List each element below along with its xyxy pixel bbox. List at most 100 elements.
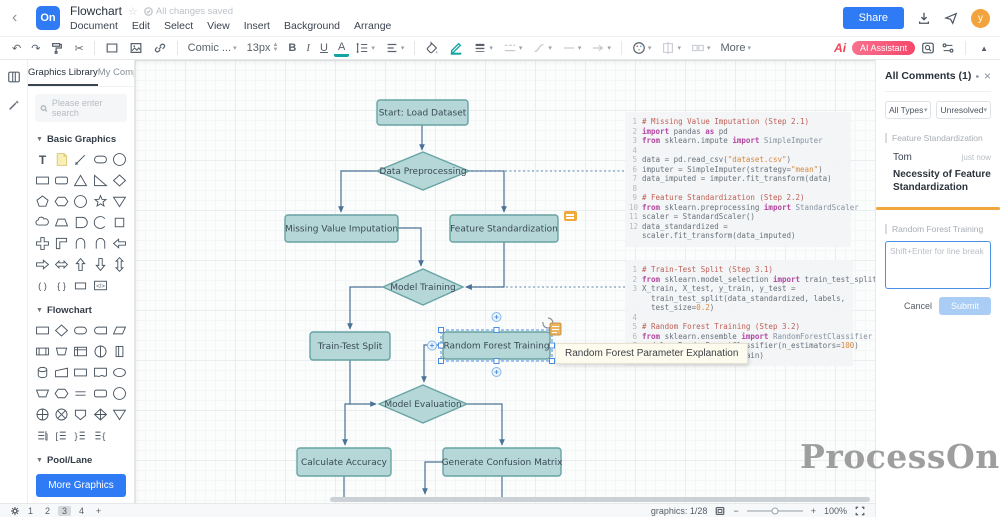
quick-connect-handle[interactable]: [492, 368, 501, 377]
line-height-button[interactable]: ▾: [351, 39, 379, 57]
menu-item-select[interactable]: Select: [164, 20, 193, 32]
shape-arrow-right-icon[interactable]: [33, 254, 52, 274]
edge[interactable]: [350, 287, 383, 329]
theme-button[interactable]: ▾: [628, 39, 656, 57]
shape-brace-open-icon[interactable]: {: [91, 425, 110, 445]
shape-plus-icon[interactable]: [33, 233, 52, 253]
app-logo[interactable]: On: [36, 6, 60, 30]
insert-link-button[interactable]: [149, 39, 171, 57]
submit-button[interactable]: Submit: [939, 297, 991, 315]
filter-type-select[interactable]: All Types▾: [885, 101, 931, 119]
node-split[interactable]: Train-Test Split: [310, 332, 390, 360]
style-brush-button[interactable]: ✂: [70, 40, 87, 57]
shape-circle-icon[interactable]: [110, 383, 129, 403]
shape-panel-icon[interactable]: [7, 70, 21, 84]
section-basic-graphics[interactable]: ▼Basic Graphics: [28, 126, 134, 147]
edge[interactable]: [350, 360, 376, 404]
shape-parens-icon[interactable]: ( ): [33, 275, 52, 295]
insert-shape-button[interactable]: [101, 39, 123, 57]
shape-trapezoid-down-icon[interactable]: [33, 383, 52, 403]
shape-arrow-left-icon[interactable]: [110, 233, 129, 253]
menu-item-background[interactable]: Background: [284, 20, 340, 32]
shape-cloud-icon[interactable]: [33, 212, 52, 232]
avatar[interactable]: y: [971, 9, 990, 28]
shape-double-line-icon[interactable]: [71, 383, 90, 403]
zoom-out-button[interactable]: −: [733, 506, 738, 516]
quick-connect-handle[interactable]: [428, 341, 437, 350]
menu-item-edit[interactable]: Edit: [132, 20, 150, 32]
page-button-2[interactable]: 2: [41, 506, 54, 516]
selection-handle[interactable]: [550, 343, 555, 348]
edge[interactable]: [466, 242, 504, 287]
shape-triangle-icon[interactable]: [71, 170, 90, 190]
ai-assistant-button[interactable]: AI Assistant: [852, 41, 915, 55]
shape-wavy-doc-icon[interactable]: [91, 362, 110, 382]
node-evaluation[interactable]: Model Evaluation: [379, 385, 467, 423]
tab-my-component[interactable]: My Component: [98, 60, 135, 86]
eye-icon[interactable]: [976, 71, 979, 82]
fill-color-button[interactable]: [421, 39, 443, 57]
node-accuracy[interactable]: Calculate Accuracy: [297, 448, 391, 476]
shape-braces-icon[interactable]: { }: [52, 275, 71, 295]
selection-handle[interactable]: [494, 359, 499, 364]
selection-handle[interactable]: [439, 359, 444, 364]
shape-or-circle-icon[interactable]: [91, 341, 110, 361]
shape-hexagon-icon[interactable]: [52, 191, 71, 211]
collapse-toolbar-button[interactable]: ▲: [976, 42, 992, 55]
node-preprocess[interactable]: Data Preprocessing: [377, 152, 469, 190]
shape-terminator-icon[interactable]: [71, 320, 90, 340]
shape-arch-icon[interactable]: [71, 233, 90, 253]
node-start[interactable]: Start: Load Dataset: [377, 100, 468, 125]
shape-corner-icon[interactable]: [52, 233, 71, 253]
star-icon[interactable]: ☆: [128, 5, 138, 18]
shape-brace-close-icon[interactable]: }: [71, 425, 90, 445]
page-settings-icon[interactable]: [10, 506, 20, 516]
shape-arch-icon[interactable]: [91, 233, 110, 253]
page-button-4[interactable]: 4: [75, 506, 88, 516]
more-menu[interactable]: More▾: [716, 40, 755, 56]
node-rforest[interactable]: Random Forest Training: [443, 332, 550, 359]
font-color-button[interactable]: A: [334, 40, 349, 57]
minimap-icon[interactable]: [715, 506, 725, 516]
line-style-button[interactable]: ▾: [499, 39, 527, 57]
line-color-button[interactable]: [445, 39, 467, 57]
shape-c-shape-icon[interactable]: [91, 212, 110, 232]
edge[interactable]: [469, 171, 504, 212]
node-training[interactable]: Model Training: [383, 269, 463, 305]
shape-arrow-updown-icon[interactable]: [110, 254, 129, 274]
canvas-horizontal-scrollbar[interactable]: [330, 497, 870, 502]
font-family-select[interactable]: Comic ...▾: [184, 40, 241, 56]
shape-search-input[interactable]: Please enter search: [35, 94, 127, 122]
shape-d-shape-icon[interactable]: [71, 212, 90, 232]
shape-rounded-rect-icon[interactable]: [91, 383, 110, 403]
comment-marker-icon[interactable]: [564, 211, 577, 221]
find-shape-icon[interactable]: [921, 41, 935, 55]
shape-ellipse-icon[interactable]: [110, 362, 129, 382]
more-graphics-button[interactable]: More Graphics: [36, 474, 126, 497]
shape-right-triangle-icon[interactable]: [91, 170, 110, 190]
shape-internal-storage-icon[interactable]: [71, 341, 90, 361]
quick-connect-handle[interactable]: [492, 313, 501, 322]
zoom-slider-knob[interactable]: [771, 507, 778, 514]
shape-sticky-note-icon[interactable]: [52, 149, 71, 169]
bold-button[interactable]: B: [284, 40, 300, 56]
code-block-1[interactable]: 1# Missing Value Imputation (Step 2.1)2i…: [625, 112, 851, 247]
section-flowchart[interactable]: ▼Flowchart: [28, 297, 134, 318]
diagram-canvas[interactable]: Start: Load DatasetData PreprocessingMis…: [135, 60, 875, 503]
shape-circle-icon[interactable]: [71, 191, 90, 211]
line-end-arrow-button[interactable]: ▾: [587, 39, 615, 57]
line-start-button[interactable]: ▾: [558, 39, 586, 57]
menu-item-insert[interactable]: Insert: [244, 20, 270, 32]
send-icon[interactable]: [944, 11, 958, 25]
shape-pen-icon[interactable]: [71, 149, 90, 169]
fullscreen-icon[interactable]: [855, 506, 865, 516]
insert-image-button[interactable]: [125, 39, 147, 57]
underline-button[interactable]: U: [316, 40, 332, 56]
shape-triangle-down-icon[interactable]: [110, 404, 129, 424]
shape-shield-icon[interactable]: [71, 404, 90, 424]
shape-arrow-up-icon[interactable]: [71, 254, 90, 274]
distribute-button[interactable]: ▾: [687, 39, 715, 57]
shape-vert-split-icon[interactable]: [110, 341, 129, 361]
shape-code-box-icon[interactable]: </>: [91, 275, 110, 295]
edge[interactable]: [398, 228, 421, 266]
